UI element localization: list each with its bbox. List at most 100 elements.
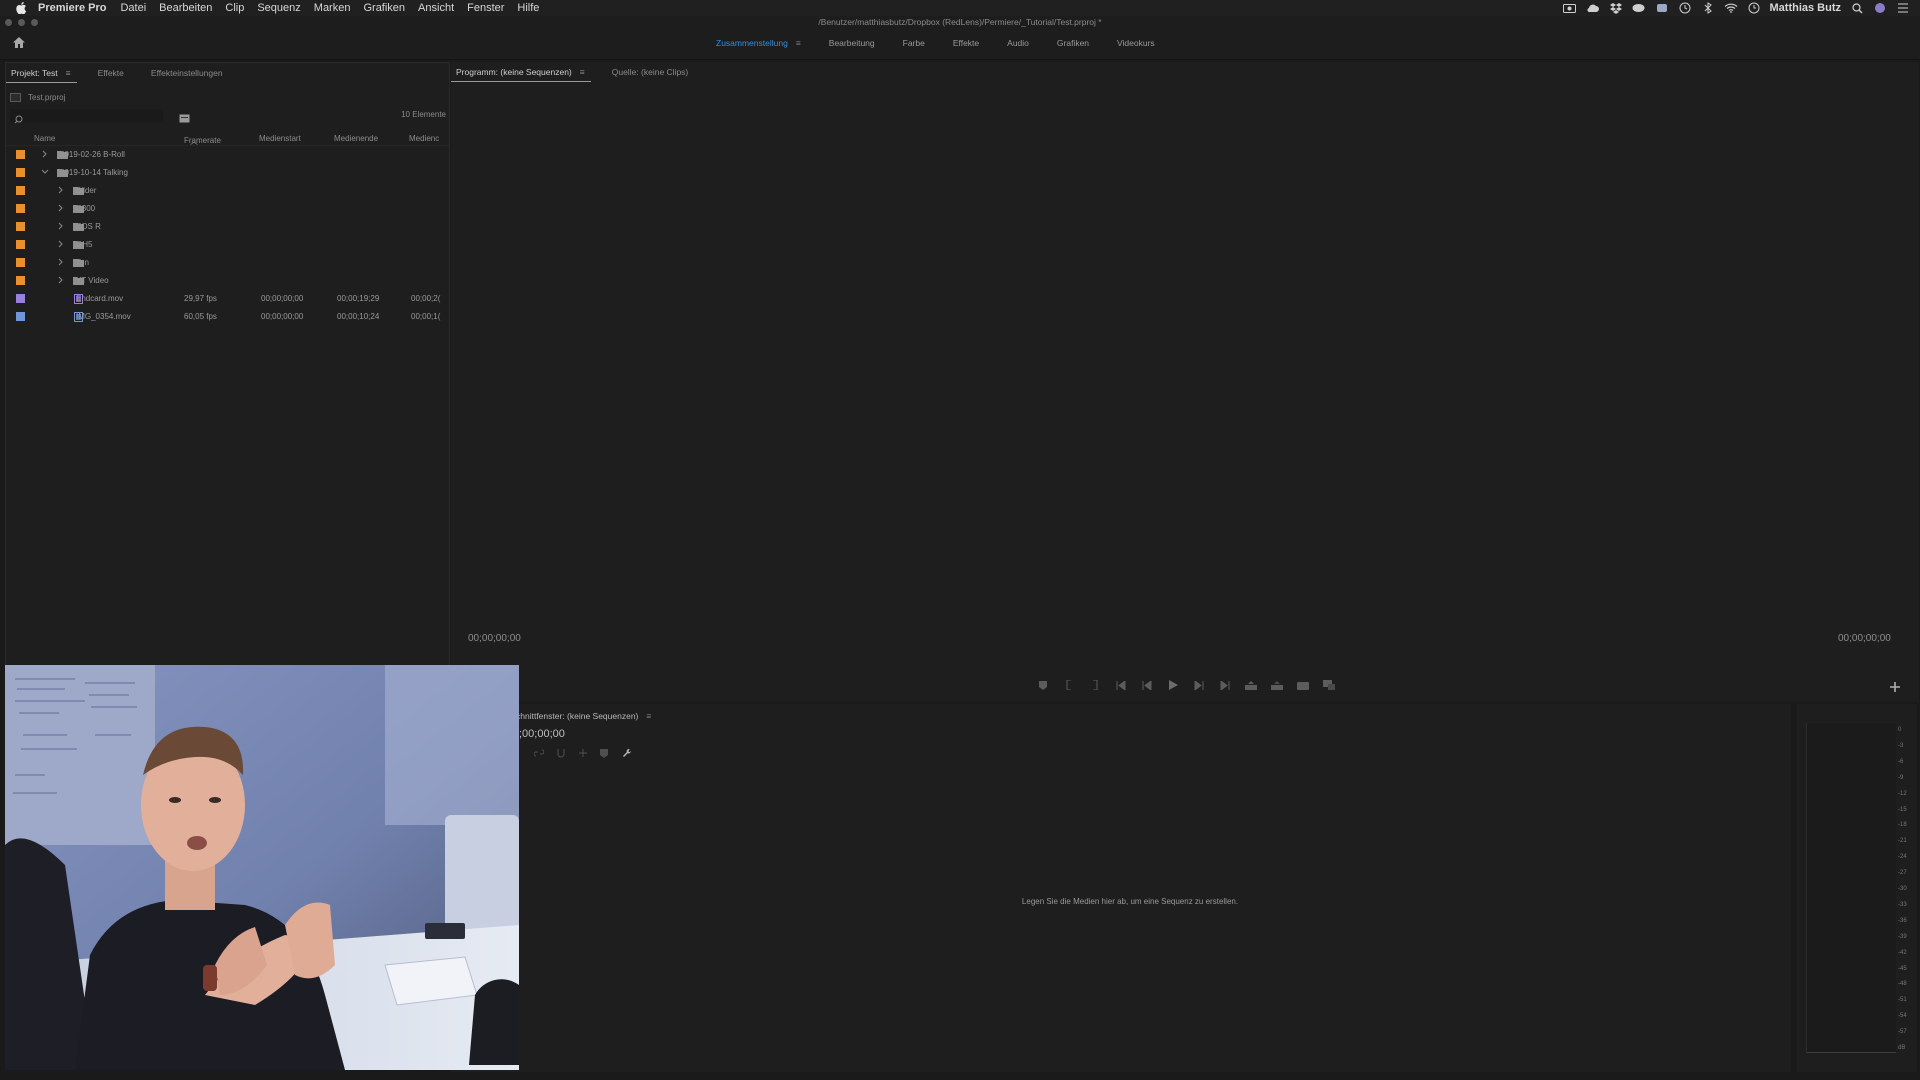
link-icon[interactable] — [533, 745, 545, 757]
clip-row[interactable]: Endcard.mov 29,97 fps 00;00;00;00 00;00;19;… — [6, 290, 449, 308]
workspace-tab-label: Zusammenstellung — [716, 38, 788, 48]
wrench-icon[interactable] — [622, 745, 632, 757]
menu-hilfe[interactable]: Hilfe — [517, 2, 539, 14]
tab-effect-controls[interactable]: Effekteinstellungen — [146, 63, 229, 83]
menu-fenster[interactable]: Fenster — [467, 2, 504, 14]
bin-row[interactable]: GH5 — [6, 236, 449, 254]
column-header-media-end[interactable]: Medienende — [334, 134, 378, 143]
bin-row[interactable]: C300 — [6, 200, 449, 218]
mark-out-icon[interactable] — [1088, 679, 1102, 691]
menu-marken[interactable]: Marken — [314, 2, 351, 14]
add-marker-icon[interactable] — [1036, 679, 1050, 691]
playhead-timecode[interactable]: 00;00;00;00 — [468, 633, 521, 644]
user-name[interactable]: Matthias Butz — [1770, 2, 1842, 14]
tab-program-monitor[interactable]: Programm: (keine Sequenzen) ≡ — [451, 62, 591, 82]
label-color-swatch[interactable] — [16, 204, 25, 213]
panel-menu-icon[interactable]: ≡ — [580, 67, 585, 77]
workspace-tab-grafiken[interactable]: Grafiken — [1057, 38, 1089, 48]
chevron-right-icon[interactable] — [57, 276, 65, 284]
button-editor-plus-icon[interactable] — [1890, 679, 1902, 692]
label-color-swatch[interactable] — [16, 240, 25, 249]
menu-datei[interactable]: Datei — [120, 2, 146, 14]
clip-row[interactable]: IMG_0354.mov 60,05 fps 00;00;00;00 00;00;10… — [6, 308, 449, 326]
column-header-media-start[interactable]: Medienstart — [259, 134, 301, 143]
step-forward-icon[interactable] — [1192, 679, 1206, 691]
wifi-icon[interactable] — [1724, 2, 1738, 14]
creative-cloud-icon[interactable] — [1586, 2, 1600, 14]
menu-bearbeiten[interactable]: Bearbeiten — [159, 2, 212, 14]
tab-effects[interactable]: Effekte — [93, 63, 130, 83]
clock-icon[interactable] — [1747, 2, 1761, 14]
label-color-swatch[interactable] — [16, 222, 25, 231]
workspace-tab-zusammenstellung[interactable]: Zusammenstellung ≡ — [716, 38, 801, 48]
workspace-tab-videokurs[interactable]: Videokurs — [1117, 38, 1155, 48]
bluetooth-icon[interactable] — [1701, 2, 1715, 14]
meter-scale-label: -27 — [1898, 870, 1907, 877]
tab-project[interactable]: Projekt: Test ≡ — [6, 63, 77, 83]
spotlight-search-icon[interactable] — [1850, 2, 1864, 14]
go-to-in-icon[interactable] — [1114, 679, 1128, 691]
panel-menu-icon[interactable]: ≡ — [646, 711, 651, 721]
siri-icon[interactable] — [1873, 2, 1887, 14]
notification-center-icon[interactable] — [1896, 2, 1910, 14]
lift-icon[interactable] — [1244, 679, 1258, 691]
menu-grafiken[interactable]: Grafiken — [363, 2, 405, 14]
bin-row[interactable]: 2019-02-26 B-Roll — [6, 146, 449, 164]
timeline-timecode[interactable]: ;00;00;00 — [519, 728, 565, 740]
item-name: Bilder — [76, 186, 97, 195]
time-machine-icon[interactable] — [1678, 2, 1692, 14]
menu-ansicht[interactable]: Ansicht — [418, 2, 454, 14]
chevron-right-icon[interactable] — [57, 186, 65, 194]
apple-icon[interactable] — [14, 1, 28, 15]
play-icon[interactable] — [1166, 679, 1180, 691]
backup-icon[interactable] — [1655, 2, 1669, 14]
bin-row[interactable]: EOS R — [6, 218, 449, 236]
comparison-view-icon[interactable] — [1322, 679, 1336, 691]
workspace-tab-bearbeitung[interactable]: Bearbeitung — [829, 38, 875, 48]
bin-row[interactable]: 2019-10-14 Talking — [6, 164, 449, 182]
chevron-right-icon[interactable] — [57, 222, 65, 230]
search-input[interactable] — [10, 109, 163, 122]
dropbox-icon[interactable] — [1609, 2, 1623, 14]
new-search-bin-icon[interactable] — [179, 110, 190, 123]
bin-row[interactable]: Ton — [6, 254, 449, 272]
tab-timeline[interactable]: chnittfenster: (keine Sequenzen) ≡ — [516, 711, 651, 721]
tab-source-monitor[interactable]: Quelle: (keine Clips) — [607, 62, 695, 82]
label-color-swatch[interactable] — [16, 276, 25, 285]
linked-selection-icon[interactable] — [578, 745, 588, 757]
column-header-row: Name Framerate ︿ Medienstart Medienende M… — [6, 132, 449, 146]
label-color-swatch[interactable] — [16, 312, 25, 321]
chevron-down-icon[interactable] — [41, 168, 49, 176]
step-back-icon[interactable] — [1140, 679, 1154, 691]
sync-cloud-icon[interactable] — [1632, 2, 1646, 14]
snap-icon[interactable] — [556, 745, 566, 758]
bin-row[interactable]: YT Video — [6, 272, 449, 290]
chevron-right-icon[interactable] — [57, 240, 65, 248]
chevron-right-icon[interactable] — [41, 150, 49, 158]
add-marker-icon[interactable] — [600, 745, 610, 758]
label-color-swatch[interactable] — [16, 258, 25, 267]
label-color-swatch[interactable] — [16, 150, 25, 159]
bin-row[interactable]: Bilder — [6, 182, 449, 200]
label-color-swatch[interactable] — [16, 294, 25, 303]
workspace-tab-audio[interactable]: Audio — [1007, 38, 1029, 48]
menu-sequenz[interactable]: Sequenz — [257, 2, 300, 14]
menu-clip[interactable]: Clip — [225, 2, 244, 14]
mark-in-icon[interactable] — [1062, 679, 1076, 691]
panel-menu-icon[interactable]: ≡ — [796, 38, 801, 48]
screen-record-icon[interactable] — [1563, 2, 1577, 14]
export-frame-icon[interactable] — [1296, 679, 1310, 691]
chevron-right-icon[interactable] — [57, 258, 65, 266]
home-icon[interactable] — [12, 36, 28, 52]
panel-menu-icon[interactable]: ≡ — [66, 68, 71, 78]
go-to-out-icon[interactable] — [1218, 679, 1232, 691]
label-color-swatch[interactable] — [16, 168, 25, 177]
label-color-swatch[interactable] — [16, 186, 25, 195]
app-menu-premiere-pro[interactable]: Premiere Pro — [38, 2, 106, 14]
workspace-tab-farbe[interactable]: Farbe — [903, 38, 925, 48]
column-header-name[interactable]: Name — [34, 134, 55, 143]
column-header-media-duration[interactable]: Medienc — [409, 134, 439, 143]
chevron-right-icon[interactable] — [57, 204, 65, 212]
workspace-tab-effekte[interactable]: Effekte — [953, 38, 979, 48]
extract-icon[interactable] — [1270, 679, 1284, 691]
